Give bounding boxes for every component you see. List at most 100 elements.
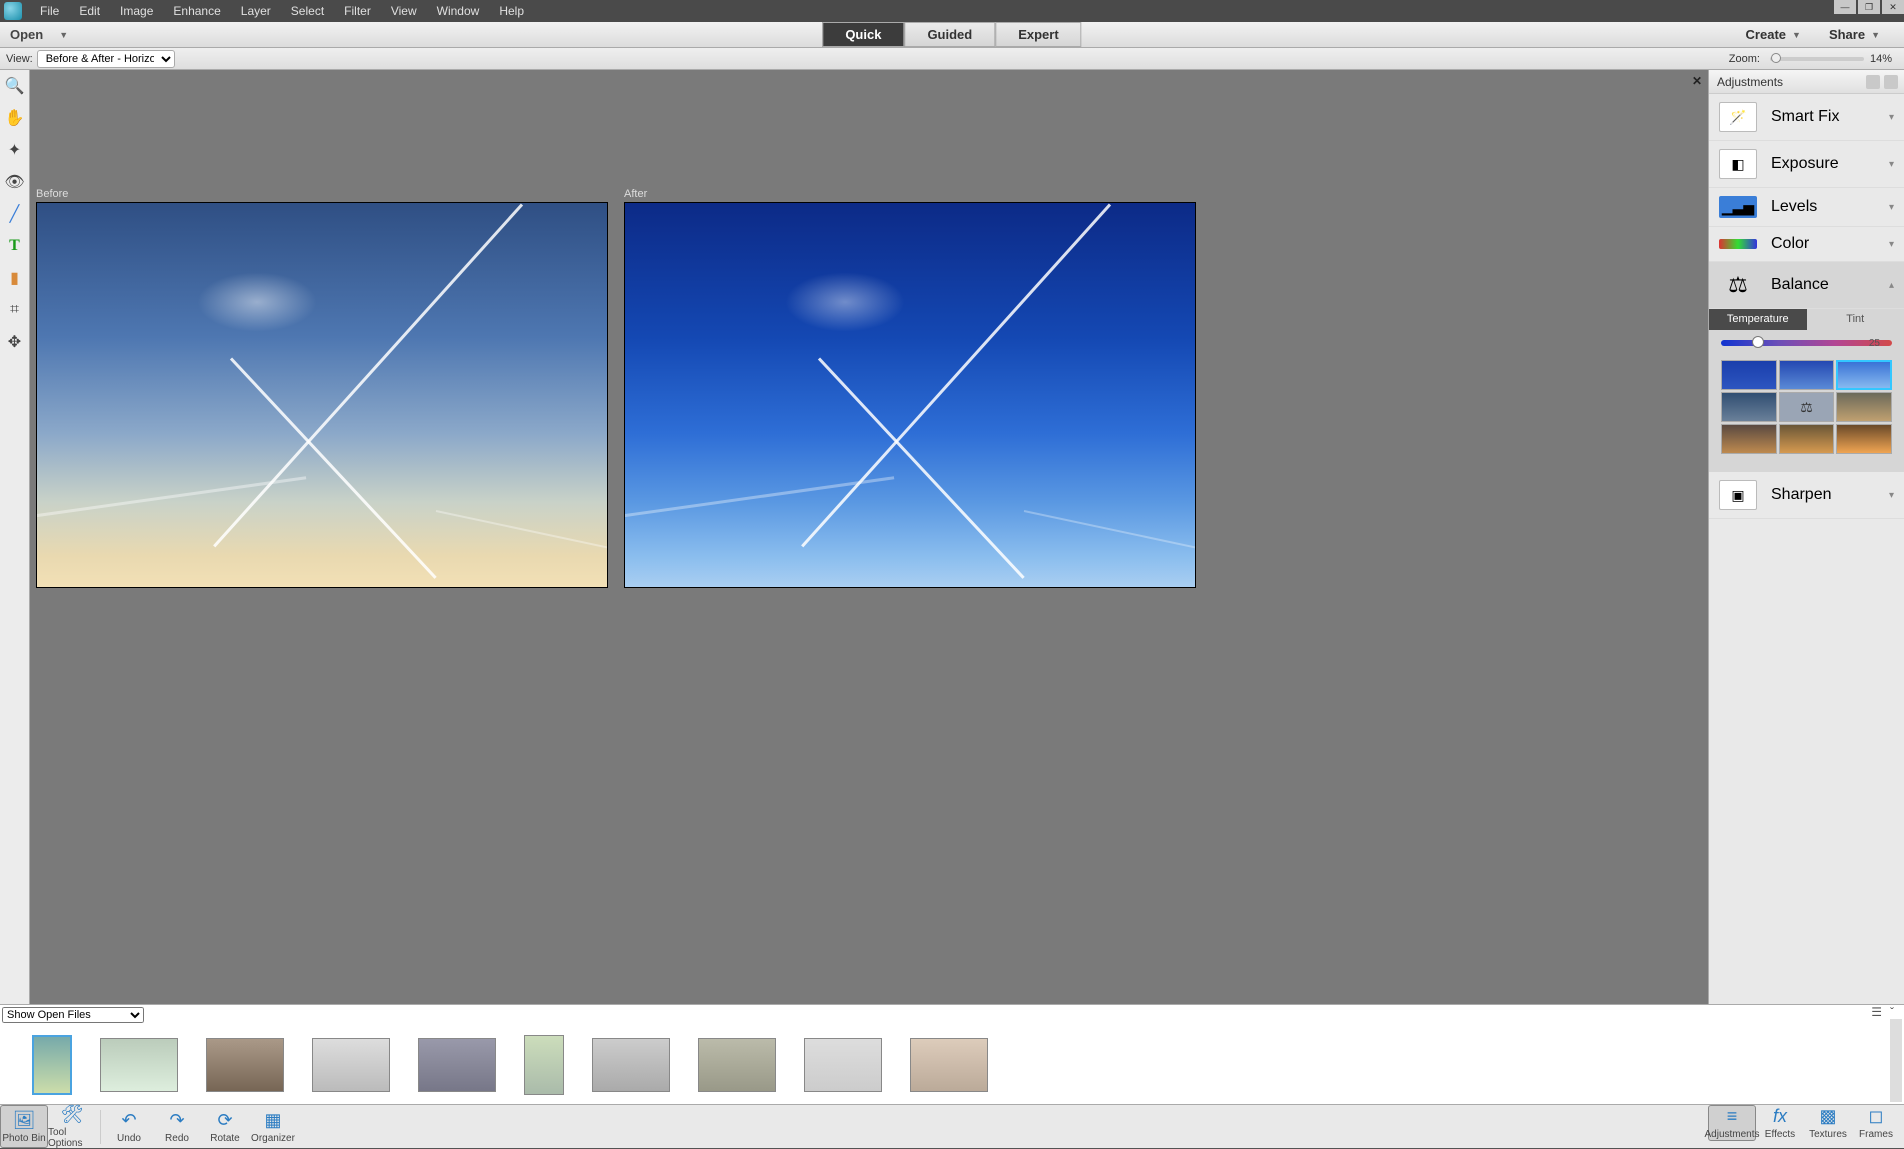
photobin-select[interactable]: Show Open Files — [2, 1007, 144, 1023]
tooloptions-button[interactable]: 🛠Tool Options — [48, 1105, 96, 1148]
exposure-icon: ◧ — [1719, 149, 1757, 179]
thumb-1[interactable] — [32, 1035, 72, 1095]
zoom-label: Zoom: — [1729, 53, 1760, 65]
chevron-up-icon: ▴ — [1889, 280, 1894, 291]
tab-quick[interactable]: Quick — [822, 22, 904, 47]
temperature-value: 25 — [1869, 338, 1880, 349]
exposure-section[interactable]: ◧ Exposure ▾ — [1709, 141, 1904, 188]
tint-tab[interactable]: Tint — [1807, 308, 1904, 330]
expand-icon[interactable]: ˇ — [1890, 1005, 1894, 1019]
temp-preset-4[interactable] — [1721, 392, 1777, 422]
thumb-3[interactable] — [206, 1038, 284, 1092]
chevron-down-icon: ▾ — [1889, 239, 1894, 250]
sharpen-section[interactable]: ▣ Sharpen ▾ — [1709, 472, 1904, 519]
text-tool-icon[interactable]: T — [3, 234, 27, 258]
color-icon — [1719, 239, 1757, 249]
photobin-scrollbar[interactable] — [1890, 1019, 1902, 1102]
adjustments-button[interactable]: ≡Adjustments — [1708, 1105, 1756, 1141]
organizer-button[interactable]: ▦Organizer — [249, 1105, 297, 1148]
thumb-8[interactable] — [698, 1038, 776, 1092]
before-image — [36, 202, 608, 588]
share-menu[interactable]: Share▼ — [1815, 27, 1894, 42]
reset-icon[interactable] — [1866, 75, 1880, 89]
menu-enhance[interactable]: Enhance — [163, 4, 230, 18]
redo-button[interactable]: ↷Redo — [153, 1105, 201, 1148]
quick-select-tool-icon[interactable]: ✦ — [3, 138, 27, 162]
redeye-tool-icon[interactable]: 👁 — [3, 170, 27, 194]
menu-help[interactable]: Help — [489, 4, 534, 18]
temp-preset-3[interactable] — [1836, 360, 1892, 390]
close-document-icon[interactable]: ✕ — [1692, 74, 1702, 88]
thumb-7[interactable] — [592, 1038, 670, 1092]
temp-preset-reset[interactable]: ⚖ — [1779, 392, 1835, 422]
temp-preset-6[interactable] — [1836, 392, 1892, 422]
thumb-6[interactable] — [524, 1035, 564, 1095]
temperature-tab[interactable]: Temperature — [1709, 308, 1807, 330]
healing-tool-icon[interactable]: ▮ — [3, 266, 27, 290]
photobin-button[interactable]: 🖼Photo Bin — [0, 1105, 48, 1148]
move-tool-icon[interactable]: ✥ — [3, 330, 27, 354]
menu-select[interactable]: Select — [281, 4, 334, 18]
thumb-5[interactable] — [418, 1038, 496, 1092]
menu-image[interactable]: Image — [110, 4, 163, 18]
rotate-button[interactable]: ⟳Rotate — [201, 1105, 249, 1148]
maximize-button[interactable]: ❐ — [1858, 0, 1880, 14]
zoom-value: 14% — [1870, 53, 1892, 65]
adjustments-title: Adjustments — [1717, 75, 1783, 89]
temp-preset-8[interactable] — [1779, 424, 1835, 454]
after-image — [624, 202, 1196, 588]
textures-button[interactable]: ▩Textures — [1804, 1105, 1852, 1141]
thumb-10[interactable] — [910, 1038, 988, 1092]
smartfix-icon: 🪄 — [1719, 102, 1757, 132]
hand-tool-icon[interactable]: ✋ — [3, 106, 27, 130]
menu-edit[interactable]: Edit — [69, 4, 110, 18]
balance-icon: ⚖ — [1719, 270, 1757, 300]
effects-button[interactable]: fxEffects — [1756, 1105, 1804, 1141]
menu-view[interactable]: View — [381, 4, 427, 18]
menu-layer[interactable]: Layer — [231, 4, 281, 18]
smartfix-label: Smart Fix — [1771, 108, 1839, 126]
exposure-label: Exposure — [1771, 155, 1839, 173]
levels-label: Levels — [1771, 198, 1817, 216]
open-caret-icon[interactable]: ▼ — [59, 30, 68, 40]
thumb-9[interactable] — [804, 1038, 882, 1092]
zoom-tool-icon[interactable]: 🔍 — [3, 74, 27, 98]
before-label: Before — [36, 188, 608, 200]
whiten-tool-icon[interactable]: ╱ — [3, 202, 27, 226]
list-view-icon[interactable]: ☰ — [1871, 1005, 1882, 1019]
thumb-4[interactable] — [312, 1038, 390, 1092]
menu-window[interactable]: Window — [427, 4, 490, 18]
temp-preset-2[interactable] — [1779, 360, 1835, 390]
close-window-button[interactable]: ✕ — [1882, 0, 1904, 14]
levels-section[interactable]: ▁▃▅ Levels ▾ — [1709, 188, 1904, 227]
minimize-button[interactable]: — — [1834, 0, 1856, 14]
zoom-slider[interactable] — [1770, 57, 1864, 61]
balance-section[interactable]: ⚖ Balance ▴ — [1709, 262, 1904, 309]
temp-preset-9[interactable] — [1836, 424, 1892, 454]
frames-button[interactable]: ◻Frames — [1852, 1105, 1900, 1141]
menu-filter[interactable]: Filter — [334, 4, 381, 18]
panel-menu-icon[interactable] — [1884, 75, 1898, 89]
tab-guided[interactable]: Guided — [904, 22, 995, 47]
color-section[interactable]: Color ▾ — [1709, 227, 1904, 262]
view-label: View: — [6, 53, 33, 65]
open-menu[interactable]: Open — [0, 27, 53, 42]
after-label: After — [624, 188, 1196, 200]
menu-file[interactable]: File — [30, 4, 69, 18]
app-logo — [4, 2, 22, 20]
undo-button[interactable]: ↶Undo — [105, 1105, 153, 1148]
chevron-down-icon: ▾ — [1889, 202, 1894, 213]
view-select[interactable]: Before & After - Horizontal — [37, 50, 175, 68]
temp-preset-1[interactable] — [1721, 360, 1777, 390]
temp-preset-7[interactable] — [1721, 424, 1777, 454]
color-label: Color — [1771, 235, 1809, 253]
chevron-down-icon: ▾ — [1889, 112, 1894, 123]
crop-tool-icon[interactable]: ⌗ — [3, 298, 27, 322]
thumb-2[interactable] — [100, 1038, 178, 1092]
smartfix-section[interactable]: 🪄 Smart Fix ▾ — [1709, 94, 1904, 141]
balance-label: Balance — [1771, 276, 1829, 294]
create-menu[interactable]: Create▼ — [1732, 27, 1815, 42]
levels-icon: ▁▃▅ — [1719, 196, 1757, 218]
tab-expert[interactable]: Expert — [995, 22, 1081, 47]
temperature-slider[interactable]: 25 — [1721, 340, 1892, 350]
